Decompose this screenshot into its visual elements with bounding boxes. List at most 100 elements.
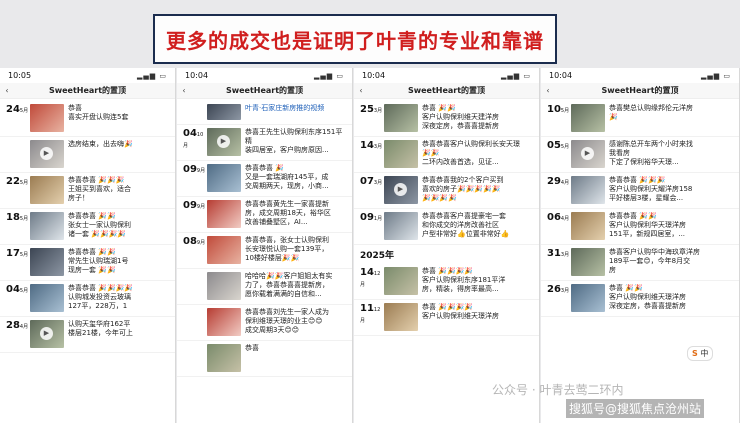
post-date: 105月 <box>547 104 570 115</box>
year-divider: 2025年 <box>360 251 395 261</box>
post-text: 恭喜 喜实开盘认购连5套 <box>68 104 129 121</box>
post-text: 恭喜恭喜 🎉🎉 常先生认购瑞湖1号 现房一套 🎉🎉 <box>68 248 129 274</box>
post-item[interactable]: 089月 恭喜恭喜，张女士认购保利 长安璟悦认购一套139平， 10楼好楼层🎉🎉 <box>177 233 352 269</box>
post-item[interactable]: 恭喜 <box>177 341 352 377</box>
post-item[interactable]: 叶青·石家庄新房推的视频 <box>177 101 352 125</box>
post-text: 恭喜恭喜 🎉🎉 客户认购保利华天璟洋房 151平，新规四居室，... <box>609 212 686 238</box>
post-thumbnail[interactable] <box>207 200 241 228</box>
post-thumbnail[interactable] <box>207 236 241 264</box>
post-date: 185月 <box>6 212 29 223</box>
status-bar: 10:04 ▂▄▆ ▭ <box>541 68 739 83</box>
post-item[interactable]: 284月 ▶ 认购天玺华府162平 楼层21楼，今年可上 <box>0 317 175 353</box>
chevron-left-icon[interactable]: ‹ <box>177 86 191 95</box>
post-date: 253月 <box>360 104 383 115</box>
post-thumbnail[interactable] <box>30 284 64 312</box>
post-thumbnail[interactable] <box>207 272 241 300</box>
post-thumbnail[interactable] <box>384 212 418 240</box>
post-item[interactable]: 1112月 恭喜 🎉🎉🎉🎉 客户认购保利维天璟洋房 <box>354 300 539 336</box>
post-item[interactable]: 143月 恭喜恭喜客户认购保利长安天璟 🎉🎉 二环内改善首选，见证... <box>354 137 539 173</box>
post-text: 叶青·石家庄新房推的视频 <box>245 104 325 112</box>
post-thumbnail[interactable] <box>571 248 605 276</box>
post-text: 恭喜恭喜 🎉🎉 张女士一家认购保利 诸一套 🎉🎉🎉🎉 <box>68 212 131 238</box>
video-thumbnail[interactable]: ▶ <box>571 140 605 168</box>
post-text: 恭喜客户认购华中海玖章洋房 189平一套😊，今年8月交 房 <box>609 248 700 274</box>
post-item[interactable]: 245月 恭喜 喜实开盘认购连5套 <box>0 101 175 137</box>
sohu-watermark: 搜狐号@搜狐焦点沧州站 <box>566 399 705 418</box>
post-thumbnail[interactable] <box>384 267 418 295</box>
post-date: 1112月 <box>360 303 381 324</box>
post-item[interactable]: 1412月 恭喜 🎉🎉🎉🎉 客户认购保利东序181平洋 房，精装，得房率最高..… <box>354 264 539 300</box>
post-item[interactable]: 064月 恭喜恭喜 🎉🎉 客户认购保利华天璟洋房 151平，新规四居室，... <box>541 209 739 245</box>
video-thumbnail[interactable]: ▶ <box>30 320 64 348</box>
phone-screenshot-4: 10:04 ▂▄▆ ▭ ‹ SweetHeart的置顶 105月 恭喜樊总认购缘… <box>541 68 740 423</box>
post-item[interactable]: ▶ 选房结束，出去嗨🎉 <box>0 137 175 173</box>
headline-banner: 更多的成交也是证明了叶青的专业和靠谱 <box>153 14 557 64</box>
post-item[interactable]: 253月 恭喜 🎉🎉 客户认购保利维天建洋房 深夜定房，恭喜喜提新房 <box>354 101 539 137</box>
post-item[interactable]: 313月 恭喜客户认购华中海玖章洋房 189平一套😊，今年8月交 房 <box>541 245 739 281</box>
post-item[interactable]: 105月 恭喜樊总认购缘邦伦元洋房 🎉 <box>541 101 739 137</box>
post-thumbnail[interactable] <box>207 104 241 120</box>
post-date: 089月 <box>183 236 206 247</box>
post-item[interactable]: 073月 ▶ 恭喜恭喜我的2个客户买到 喜欢的房子🎉🎉🎉🎉🎉 🎉🎉🎉🎉 <box>354 173 539 209</box>
post-item[interactable]: 0410月 ▶ 恭喜王先生认购保利东序151平精 装四居室，客户购房原因... <box>177 125 352 161</box>
post-date: 073月 <box>360 176 383 187</box>
post-item[interactable]: 225月 恭喜恭喜 🎉🎉🎉 王姐买到喜欢，适合 房子！ <box>0 173 175 209</box>
post-thumbnail[interactable] <box>30 176 64 204</box>
post-text: 恭喜恭喜客户喜提豪宅一套 和你成交的洋房改善社区 户型非常好👍位置非常好👍 <box>422 212 510 238</box>
post-list: 245月 恭喜 喜实开盘认购连5套 ▶ 选房结束，出去嗨🎉 225月 恭喜恭喜 … <box>0 99 175 353</box>
post-thumbnail[interactable] <box>571 104 605 132</box>
post-item[interactable]: 175月 恭喜恭喜 🎉🎉 常先生认购瑞湖1号 现房一套 🎉🎉 <box>0 245 175 281</box>
post-text: 恭喜恭喜 🎉 又是一套瑞湖府145平，成 交周期两天，现房，小商... <box>245 164 329 190</box>
signal-battery-icon: ▂▄▆ ▭ <box>701 71 731 80</box>
post-item[interactable]: 哈哈哈🎉🎉客户姐姐太有实 力了，恭喜恭喜喜提新房， 愿你载着满满的自信和... <box>177 269 352 305</box>
post-text: 恭喜王先生认购保利东序151平精 装四居室，客户购房原因... <box>245 128 343 154</box>
nav-bar: ‹ SweetHeart的置顶 <box>0 83 175 99</box>
post-item[interactable]: 099月 恭喜恭喜 🎉 又是一套瑞湖府145平，成 交周期两天，现房，小商... <box>177 161 352 197</box>
video-thumbnail[interactable]: ▶ <box>384 176 418 204</box>
status-time: 10:05 <box>8 71 32 80</box>
chevron-left-icon[interactable]: ‹ <box>541 86 555 95</box>
video-thumbnail[interactable]: ▶ <box>30 140 64 168</box>
status-bar: 10:04 ▂▄▆ ▭ <box>354 68 539 83</box>
nav-bar: ‹ SweetHeart的置顶 <box>541 83 739 99</box>
post-text: 感谢陈总开车两个小时来找 我看房 下定了保利裕华天璟... <box>609 140 693 166</box>
post-date: 175月 <box>6 248 29 259</box>
post-item[interactable]: 263月 恭喜 🎉🎉 客户认购保利维天璟洋房 深夜定房，恭喜喜提新房 <box>541 281 739 317</box>
chevron-left-icon[interactable]: ‹ <box>0 86 14 95</box>
post-date: 294月 <box>547 176 570 187</box>
post-thumbnail[interactable] <box>384 140 418 168</box>
post-thumbnail[interactable] <box>384 303 418 331</box>
post-item[interactable]: 045月 恭喜恭喜 🎉🎉🎉🎉 认购城发投资云玻璃 127平，228万，1 <box>0 281 175 317</box>
post-thumbnail[interactable] <box>571 212 605 240</box>
post-thumbnail[interactable] <box>384 104 418 132</box>
post-item[interactable]: 185月 恭喜恭喜 🎉🎉 张女士一家认购保利 诸一套 🎉🎉🎉🎉 <box>0 209 175 245</box>
post-item[interactable]: 099月 恭喜恭喜黄先生一家喜提新 房，成交周期18天，裕华区 改善铺叠墅区，A… <box>177 197 352 233</box>
post-thumbnail[interactable] <box>571 284 605 312</box>
post-text: 恭喜 🎉🎉 客户认购保利维天璟洋房 深夜定房，恭喜喜提新房 <box>609 284 686 310</box>
post-date <box>177 308 207 340</box>
post-thumbnail[interactable] <box>207 164 241 192</box>
post-thumbnail[interactable] <box>30 248 64 276</box>
post-date: 263月 <box>547 284 570 295</box>
post-thumbnail[interactable] <box>30 212 64 240</box>
post-item[interactable]: 091月 恭喜恭喜客户喜提豪宅一套 和你成交的洋房改善社区 户型非常好👍位置非常… <box>354 209 539 245</box>
post-item[interactable]: 055月 ▶ 感谢陈总开车两个小时来找 我看房 下定了保利裕华天璟... <box>541 137 739 173</box>
nav-bar: ‹ SweetHeart的置顶 <box>354 83 539 99</box>
post-item[interactable]: 294月 恭喜恭喜 🎉🎉🎉 客户认购保利天耀洋房158 平好楼层3楼，星耀会..… <box>541 173 739 209</box>
post-thumbnail[interactable] <box>30 104 64 132</box>
post-date: 0410月 <box>183 128 204 149</box>
post-thumbnail[interactable] <box>207 308 241 336</box>
post-item[interactable]: 恭喜恭喜刘先生一家人成为 保利维璟天璟的业主😊😊 成交周期3天😊😊 <box>177 305 352 341</box>
post-text: 认购天玺华府162平 楼层21楼，今年可上 <box>68 320 133 337</box>
play-icon: ▶ <box>217 135 230 148</box>
post-text: 恭喜 🎉🎉 客户认购保利维天建洋房 深夜定房，恭喜喜提新房 <box>422 104 499 130</box>
post-list: 105月 恭喜樊总认购缘邦伦元洋房 🎉 055月 ▶ 感谢陈总开车两个小时来找 … <box>541 99 739 317</box>
post-text: 恭喜恭喜黄先生一家喜提新 房，成交周期18天，裕华区 改善铺叠墅区，AI... <box>245 200 331 226</box>
status-time: 10:04 <box>549 71 573 80</box>
video-thumbnail[interactable]: ▶ <box>207 128 241 156</box>
post-thumbnail[interactable] <box>207 344 241 372</box>
post-thumbnail[interactable] <box>571 176 605 204</box>
chevron-left-icon[interactable]: ‹ <box>354 86 368 95</box>
post-list: 叶青·石家庄新房推的视频 0410月 ▶ 恭喜王先生认购保利东序151平精 装四… <box>177 99 352 377</box>
signal-battery-icon: ▂▄▆ ▭ <box>501 71 531 80</box>
